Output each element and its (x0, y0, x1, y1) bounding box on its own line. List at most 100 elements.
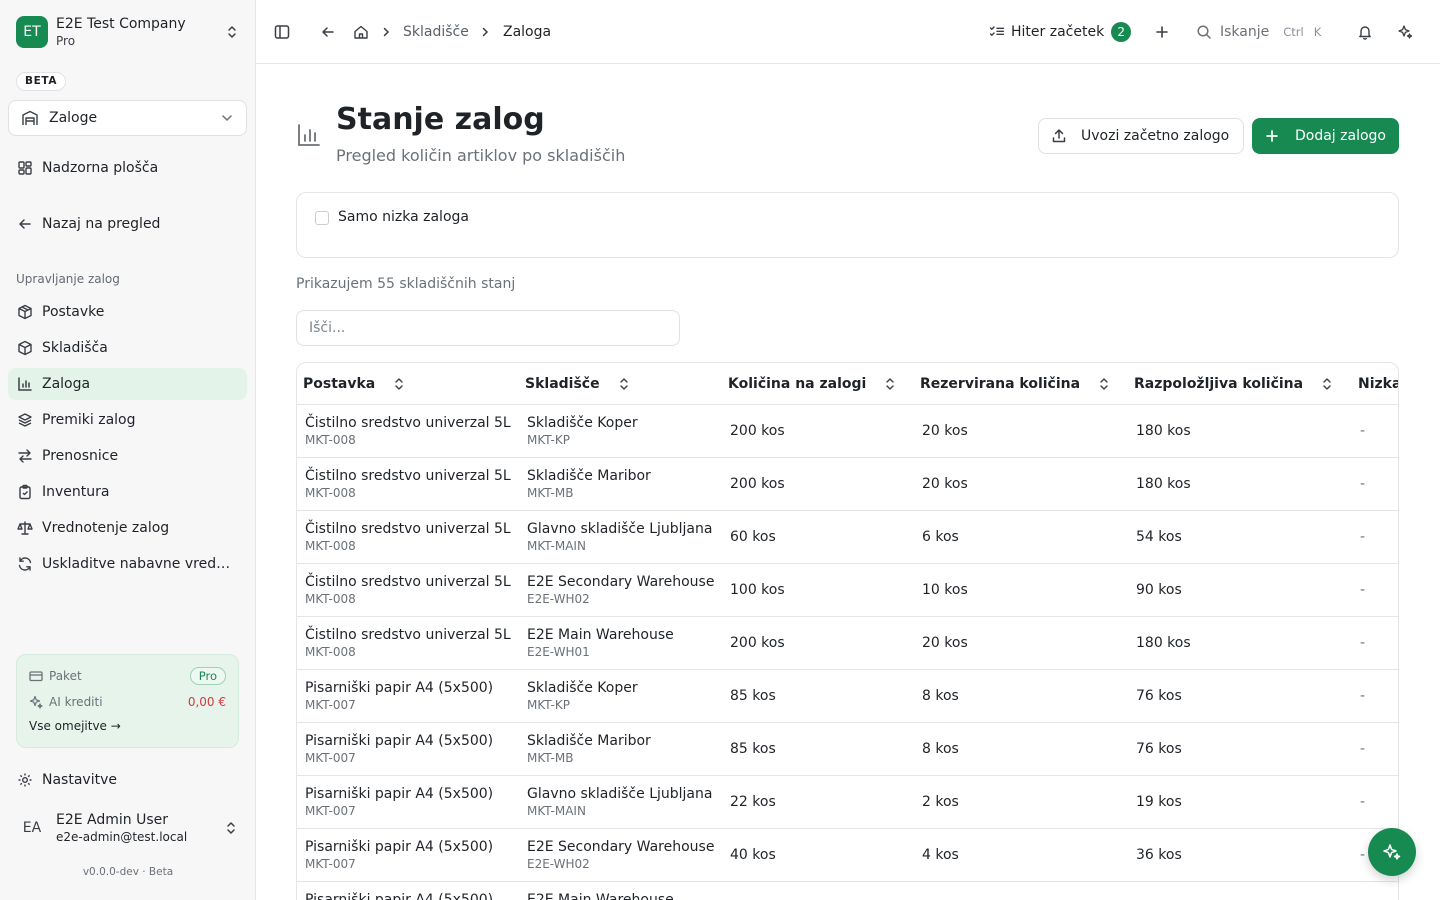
sidebar-item-premiki-zalog[interactable]: Premiki zalog (8, 404, 247, 436)
results-count: Prikazujem 55 skladiščnih stanj (296, 276, 516, 292)
sparkles-icon (1382, 842, 1402, 862)
table-row[interactable]: Čistilno sredstvo univerzal 5L MKT-008 Gla… (297, 511, 1398, 564)
back-arrow-icon[interactable] (318, 22, 338, 42)
column-header-kolicina[interactable]: Količina na zalogi (728, 363, 896, 404)
sort-icon (375, 377, 405, 391)
breadcrumb-separator-icon (475, 22, 495, 42)
table-row[interactable]: Pisarniški papir A4 (5x500) MKT-007 E2E Se… (297, 829, 1398, 882)
chevron-down-icon (220, 111, 234, 125)
reserved-quantity: 8 kos (922, 688, 959, 704)
on-hand-quantity: 40 kos (730, 847, 776, 863)
column-header-nizka[interactable]: Nizka (1358, 363, 1398, 404)
item-code: MKT-007 (305, 857, 356, 871)
available-quantity: 90 kos (1136, 582, 1182, 598)
add-stock-button[interactable]: Dodaj zalogo (1252, 118, 1399, 154)
sidebar-item-postavke[interactable]: Postavke (8, 296, 247, 328)
warehouse-name: Glavno skladišče Ljubljana (527, 521, 713, 537)
home-icon[interactable] (351, 22, 371, 42)
upload-icon (1051, 128, 1067, 144)
sidebar-item-inventura[interactable]: Inventura (8, 476, 247, 508)
plus-icon[interactable] (1152, 22, 1172, 42)
nav-dashboard[interactable]: Nadzorna plošča (8, 152, 247, 184)
sparkles-icon[interactable] (1395, 22, 1415, 42)
sidebar-item-uskladitve[interactable]: Uskladitve nabavne vredn... (8, 548, 247, 580)
column-header-label: Količina na zalogi (728, 375, 867, 392)
item-cell: Čistilno sredstvo univerzal 5L MKT-008 (305, 626, 511, 659)
low-stock-value: - (1360, 582, 1366, 598)
quick-start-button[interactable]: Hiter začetek 2 (989, 20, 1132, 44)
scale-icon (17, 520, 33, 536)
item-name: Pisarniški papir A4 (5x500) (305, 839, 494, 855)
chevron-up-down-icon (224, 24, 240, 40)
reserved-quantity: 4 kos (922, 847, 959, 863)
warehouse-cell: E2E Main Warehouse E2E-WH01 (527, 626, 674, 659)
quick-start-label: Hiter začetek (1011, 24, 1105, 40)
item-name: Čistilno sredstvo univerzal 5L (305, 415, 511, 431)
available-quantity: 54 kos (1136, 529, 1182, 545)
warehouse-code: MKT-KP (527, 698, 570, 712)
warehouse-name: E2E Main Warehouse (527, 892, 674, 900)
warehouse-cell: Glavno skladišče Ljubljana MKT-MAIN (527, 520, 712, 553)
nav-settings[interactable]: Nastavitve (8, 764, 247, 796)
table-row[interactable]: Čistilno sredstvo univerzal 5L MKT-008 Skl… (297, 405, 1398, 458)
table-row[interactable]: Čistilno sredstvo univerzal 5L MKT-008 E2E… (297, 564, 1398, 617)
sidebar-item-zaloga[interactable]: Zaloga (8, 368, 247, 400)
table-row[interactable]: Pisarniški papir A4 (5x500) MKT-007 Skladi… (297, 670, 1398, 723)
global-search[interactable]: Iskanje Ctrl K (1196, 20, 1321, 44)
low-stock-value: - (1360, 794, 1366, 810)
sidebar-item-prenosnice[interactable]: Prenosnice (8, 440, 247, 472)
low-stock-checkbox[interactable] (315, 211, 329, 225)
warehouse-cell: Skladišče Maribor MKT-MB (527, 467, 651, 500)
ai-assistant-button[interactable] (1368, 828, 1416, 876)
low-stock-label[interactable]: Samo nizka zaloga (338, 209, 469, 225)
item-cell: Čistilno sredstvo univerzal 5L MKT-008 (305, 467, 511, 500)
table-row[interactable]: Pisarniški papir A4 (5x500)MKT-007 E2E Ma… (297, 882, 1398, 900)
warehouse-code: E2E-WH02 (527, 592, 590, 606)
avatar: EA (22, 820, 42, 836)
table-row[interactable]: Pisarniški papir A4 (5x500) MKT-007 Skladi… (297, 723, 1398, 776)
table-row[interactable]: Čistilno sredstvo univerzal 5L MKT-008 E2E… (297, 617, 1398, 670)
on-hand-quantity: 60 kos (730, 529, 776, 545)
sidebar-item-skladisca[interactable]: Skladišča (8, 332, 247, 364)
warehouse-cell: Skladišče Koper MKT-KP (527, 414, 638, 447)
warehouse-icon (21, 109, 39, 127)
column-header-razpolozljiva[interactable]: Razpoložljiva količina (1134, 363, 1333, 404)
warehouse-code: MKT-KP (527, 433, 570, 447)
table-row[interactable]: Čistilno sredstvo univerzal 5L MKT-008 Skl… (297, 458, 1398, 511)
item-name: Čistilno sredstvo univerzal 5L (305, 468, 511, 484)
nav-section-title: Upravljanje zalog (16, 272, 120, 286)
available-quantity: 76 kos (1136, 741, 1182, 757)
table-row[interactable]: Pisarniški papir A4 (5x500) MKT-007 Glavno… (297, 776, 1398, 829)
column-header-rezervirana[interactable]: Rezervirana količina (920, 363, 1110, 404)
sort-icon (1080, 377, 1110, 391)
refresh-icon (17, 556, 33, 572)
breadcrumb-skladisce[interactable]: Skladišče (403, 23, 469, 41)
dashboard-icon (17, 160, 33, 176)
company-logo: ET (16, 16, 48, 48)
search-icon (1196, 24, 1212, 40)
module-select[interactable]: Zaloge (8, 100, 247, 136)
table-search-input[interactable] (296, 310, 680, 346)
item-cell: Pisarniški papir A4 (5x500) MKT-007 (305, 732, 493, 765)
sidebar-item-vrednotenje-zalog[interactable]: Vrednotenje zalog (8, 512, 247, 544)
column-header-postavka[interactable]: Postavka (303, 363, 405, 404)
item-name: Čistilno sredstvo univerzal 5L (305, 627, 511, 643)
item-code: MKT-007 (305, 698, 356, 712)
column-header-skladisce[interactable]: Skladišče (525, 363, 630, 404)
bell-icon[interactable] (1355, 22, 1375, 42)
column-header-label: Razpoložljiva količina (1134, 375, 1304, 392)
import-stock-button[interactable]: Uvozi začetno zalogo (1038, 118, 1244, 154)
warehouse-name: E2E Main Warehouse (527, 627, 674, 643)
low-stock-value: - (1360, 635, 1366, 651)
nav-back[interactable]: Nazaj na pregled (8, 208, 247, 240)
credits-row: AI krediti 0,00 € (29, 695, 226, 709)
sidebar-toggle-icon[interactable] (272, 22, 292, 42)
warehouse-code: MKT-MAIN (527, 804, 586, 818)
list-check-icon (989, 24, 1005, 40)
arrow-left-icon (17, 216, 33, 232)
reserved-quantity: 20 kos (922, 423, 968, 439)
chart-icon (17, 376, 33, 392)
user-menu[interactable]: EA E2E Admin User e2e-admin@test.local (8, 806, 247, 850)
company-switcher[interactable]: ET E2E Test Company Pro (16, 14, 240, 50)
all-limits-link[interactable]: Vse omejitve → (29, 719, 121, 733)
